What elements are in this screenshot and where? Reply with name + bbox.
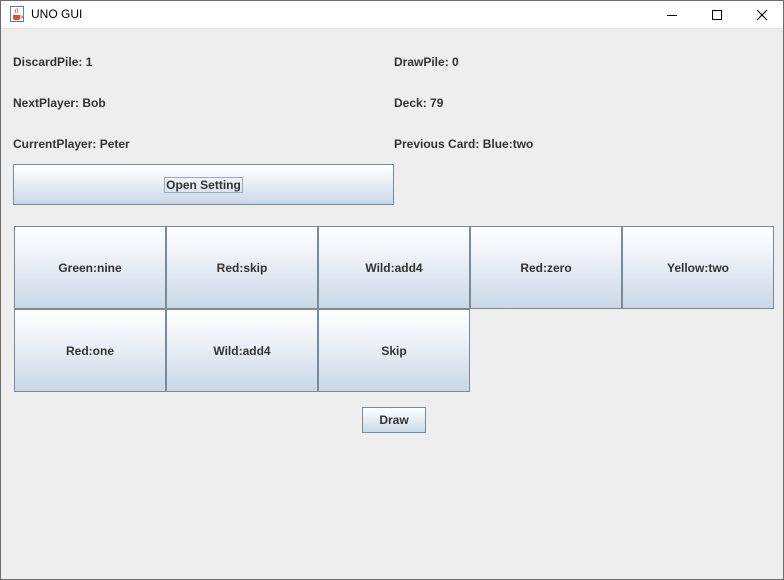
next-player-label: NextPlayer: Bob <box>13 96 106 110</box>
card-label: Wild:add4 <box>365 260 423 275</box>
close-button[interactable] <box>739 1 784 28</box>
card-button-red-skip[interactable]: Red:skip <box>166 226 318 309</box>
card-button-wild-add4-2[interactable]: Wild:add4 <box>166 309 318 392</box>
card-button-wild-add4[interactable]: Wild:add4 <box>318 226 470 309</box>
maximize-button[interactable] <box>694 1 740 28</box>
java-coffee-cup-icon <box>10 6 24 22</box>
card-label: Red:one <box>66 343 114 358</box>
card-button-red-zero[interactable]: Red:zero <box>470 226 622 309</box>
close-icon <box>756 9 768 21</box>
deck-label: Deck: 79 <box>394 96 444 110</box>
card-label: Red:skip <box>216 260 268 275</box>
open-setting-button[interactable]: Open Setting <box>13 164 394 205</box>
draw-button[interactable]: Draw <box>362 407 426 433</box>
game-panel: DiscardPile: 1 DrawPile: 0 NextPlayer: B… <box>1 29 783 579</box>
card-label: Wild:add4 <box>213 343 271 358</box>
card-label: Yellow:two <box>666 260 729 275</box>
open-setting-label: Open Setting <box>164 176 243 193</box>
draw-label: Draw <box>379 413 409 427</box>
discard-pile-label: DiscardPile: 1 <box>13 55 93 69</box>
title-bar[interactable]: UNO GUI <box>1 1 783 29</box>
card-label: Red:zero <box>520 260 572 275</box>
minimize-button[interactable] <box>649 1 695 28</box>
card-label: Skip <box>381 343 407 358</box>
draw-pile-label: DrawPile: 0 <box>394 55 459 69</box>
card-button-green-nine[interactable]: Green:nine <box>14 226 166 309</box>
minimize-icon <box>666 9 678 21</box>
previous-card-label: Previous Card: Blue:two <box>394 137 534 151</box>
card-button-yellow-two[interactable]: Yellow:two <box>622 226 774 309</box>
card-button-skip[interactable]: Skip <box>318 309 470 392</box>
maximize-icon <box>711 9 723 21</box>
current-player-label: CurrentPlayer: Peter <box>13 137 130 151</box>
card-label: Green:nine <box>58 260 122 275</box>
card-button-red-one[interactable]: Red:one <box>14 309 166 392</box>
uno-window: UNO GUI DiscardPile: 1 DrawPile: 0 NextP… <box>0 0 784 580</box>
window-title: UNO GUI <box>31 7 83 21</box>
